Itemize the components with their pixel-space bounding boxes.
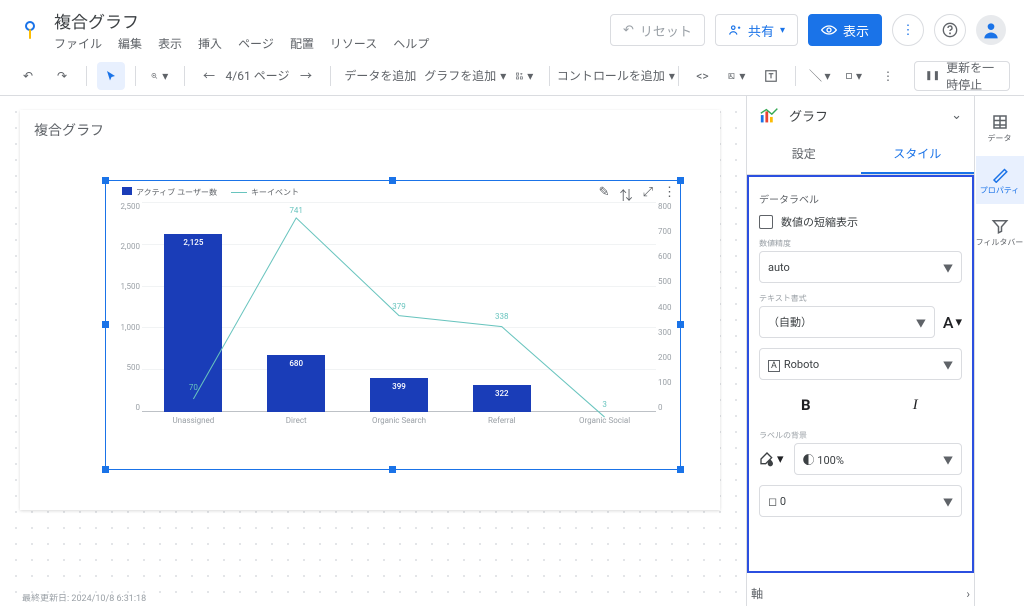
selection-tool[interactable] (97, 62, 125, 90)
resize-handle[interactable] (102, 321, 109, 328)
resize-handle[interactable] (677, 177, 684, 184)
compact-numbers-checkbox[interactable]: 数値の短縮表示 (759, 214, 962, 230)
resize-handle[interactable] (102, 177, 109, 184)
shape-button[interactable]: ▾ (840, 62, 868, 90)
image-button[interactable]: ▾ (722, 62, 751, 90)
resize-handle[interactable] (677, 466, 684, 473)
undo-button[interactable]: ↶ (14, 62, 42, 90)
menu-arrange[interactable]: 配置 (290, 35, 314, 52)
add-chart-button[interactable]: グラフを追加 ▾ (422, 62, 504, 90)
add-community-button[interactable]: ▾ (510, 62, 539, 90)
rail-data[interactable]: データ (976, 104, 1024, 152)
rail-properties[interactable]: プロパティ (976, 156, 1024, 204)
page-indicator[interactable]: 4/61 ページ (229, 62, 286, 90)
zoom-button[interactable]: ▾ (145, 62, 174, 90)
add-control-button[interactable]: コントロールを追加 ▾ (560, 62, 668, 90)
tab-settings[interactable]: 設定 (747, 135, 861, 174)
menu-view[interactable]: 表示 (158, 35, 182, 52)
bg-color-button[interactable]: ▾ (759, 451, 784, 467)
bg-opacity-select[interactable]: ◐ 100%▼ (794, 443, 962, 475)
menu-help[interactable]: ヘルプ (393, 35, 429, 52)
text-button[interactable] (757, 62, 785, 90)
right-rail: データ プロパティ フィルタバー (974, 96, 1024, 606)
more-options-button[interactable]: ⋮ (892, 14, 924, 46)
next-page-button[interactable]: → (292, 62, 320, 90)
doc-title[interactable]: 複合グラフ (54, 8, 610, 33)
resize-handle[interactable] (389, 466, 396, 473)
menu-bar: ファイル 編集 表示 挿入 ページ 配置 リソース ヘルプ (54, 35, 610, 52)
menu-resource[interactable]: リソース (330, 35, 377, 52)
font-family-select[interactable]: ARoboto▼ (759, 348, 962, 380)
bold-button[interactable]: B (759, 390, 853, 420)
account-avatar[interactable] (976, 15, 1006, 45)
page-title: 複合グラフ (20, 110, 720, 150)
italic-button[interactable]: I (869, 390, 963, 420)
properties-panel: グラフ ⌄ 設定 スタイル データラベル 数値の短縮表示 数値精度 auto▼ … (746, 96, 974, 606)
resize-handle[interactable] (389, 177, 396, 184)
menu-file[interactable]: ファイル (54, 35, 102, 52)
font-color-button[interactable]: A▾ (943, 306, 962, 338)
canvas[interactable]: 複合グラフ ✎ ⇅ ⤢ ⋮ アクティブ ユーザー数 キーイベン (0, 96, 746, 606)
menu-edit[interactable]: 編集 (118, 35, 142, 52)
section-datalabel: データラベル (759, 191, 962, 206)
text-size-select[interactable]: （自動）▼ (759, 306, 935, 338)
pause-updates-button[interactable]: ❚❚更新を一時停止 (914, 61, 1010, 91)
chart-plot: 2,5002,0001,5001,0005000 800700600500400… (142, 202, 656, 412)
reset-button[interactable]: ↶リセット (610, 14, 705, 46)
precision-select[interactable]: auto▼ (759, 251, 962, 283)
axis-section[interactable]: 軸› (747, 573, 974, 606)
add-data-button[interactable]: データを追加 (341, 62, 416, 90)
embed-button[interactable]: <> (688, 62, 716, 90)
tab-style[interactable]: スタイル (861, 135, 975, 174)
prev-page-button[interactable]: ← (195, 62, 223, 90)
report-page[interactable]: 複合グラフ ✎ ⇅ ⤢ ⋮ アクティブ ユーザー数 キーイベン (20, 110, 720, 510)
panel-header[interactable]: グラフ ⌄ (747, 96, 974, 135)
more-tools-button[interactable]: ⋮ (874, 62, 902, 90)
view-button[interactable]: 表示 (808, 14, 882, 46)
share-button[interactable]: 共有▾ (715, 14, 798, 46)
menu-page[interactable]: ページ (238, 35, 274, 52)
app-logo (18, 18, 42, 42)
divider (86, 66, 87, 86)
menu-insert[interactable]: 挿入 (198, 35, 222, 52)
rail-filter[interactable]: フィルタバー (976, 208, 1024, 256)
line-button[interactable]: ╲ ▾ (806, 62, 834, 90)
help-button[interactable] (934, 14, 966, 46)
chart-selected[interactable]: ✎ ⇅ ⤢ ⋮ アクティブ ユーザー数 キーイベント 2,5002,0001,5… (105, 180, 681, 470)
resize-handle[interactable] (102, 466, 109, 473)
redo-button[interactable]: ↷ (48, 62, 76, 90)
last-updated: 最終更新日: 2024/10/8 6:31:18 (22, 591, 146, 604)
border-width-select[interactable]: ◻ 0▼ (759, 485, 962, 517)
